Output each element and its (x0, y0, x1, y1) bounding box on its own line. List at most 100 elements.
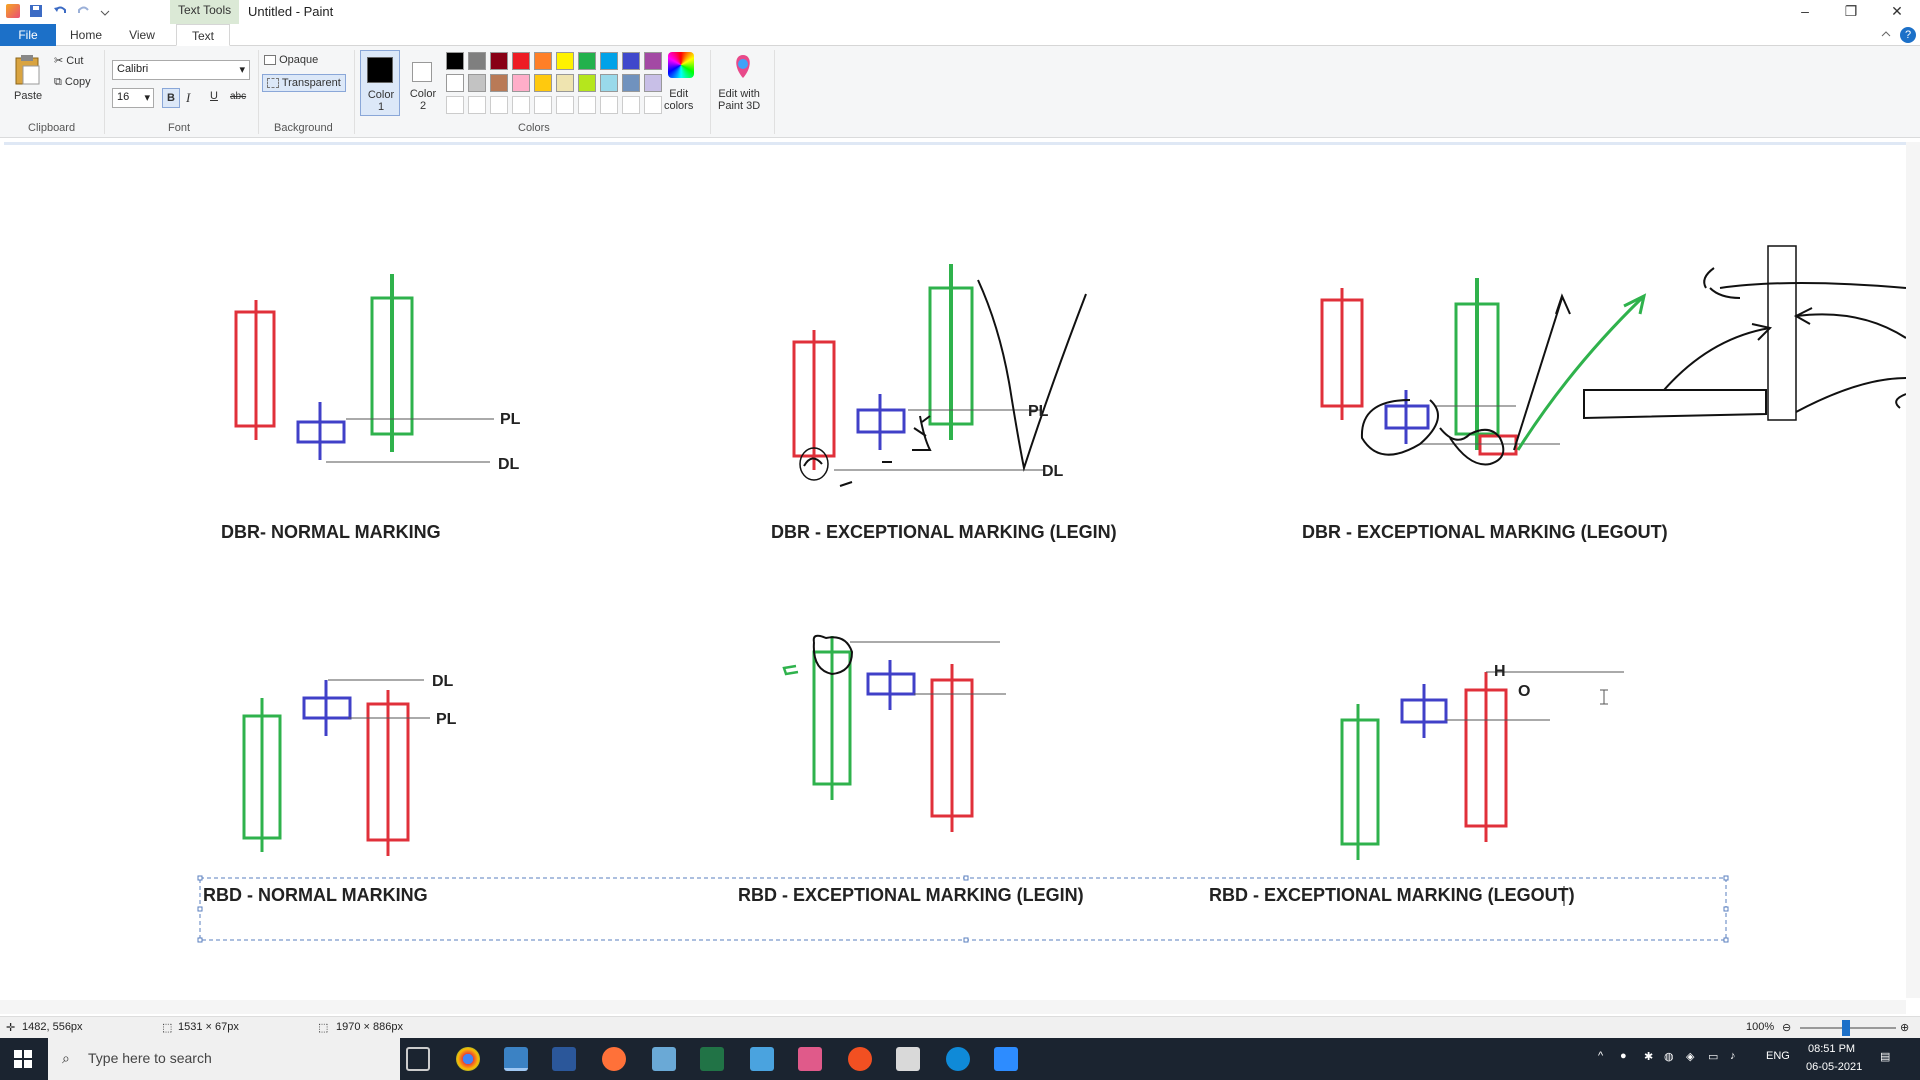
help-icon[interactable]: ? (1900, 27, 1916, 43)
custom-color-slot[interactable] (622, 96, 640, 114)
notifications-icon[interactable]: ▤ (1880, 1050, 1890, 1063)
close-button[interactable]: ✕ (1874, 0, 1920, 24)
calculator-icon[interactable] (896, 1047, 920, 1071)
network-icon[interactable]: ◍ (1664, 1050, 1674, 1063)
palette-swatch[interactable] (556, 52, 574, 70)
palette-swatch[interactable] (512, 74, 530, 92)
tab-file[interactable]: File (0, 24, 56, 46)
bluetooth-icon[interactable]: ✱ (1644, 1050, 1653, 1063)
taskbar-search-box[interactable]: ⌕ Type here to search (48, 1038, 400, 1080)
app-icon[interactable] (652, 1047, 676, 1071)
paste-icon[interactable] (10, 52, 46, 88)
battery-icon[interactable]: ▭ (1708, 1050, 1718, 1063)
copy-label: Copy (64, 76, 91, 88)
custom-color-slot[interactable] (534, 96, 552, 114)
tab-text[interactable]: Text (176, 24, 230, 46)
clock-time[interactable]: 08:51 PM (1808, 1043, 1855, 1055)
custom-color-slot[interactable] (644, 96, 662, 114)
palette-swatch[interactable] (600, 52, 618, 70)
copy-button[interactable]: ⧉ Copy (54, 76, 91, 89)
paint3d-button[interactable]: Edit with Paint 3D (718, 88, 760, 112)
tab-view[interactable]: View (118, 24, 166, 46)
language-indicator[interactable]: ENG (1766, 1050, 1790, 1062)
paint3d-icon[interactable] (730, 52, 756, 82)
edit-colors-button[interactable]: Edit colors (664, 88, 693, 112)
volume-icon[interactable]: ♪ (1730, 1050, 1736, 1062)
palette-swatch[interactable] (490, 74, 508, 92)
italic-button[interactable]: I (186, 90, 190, 106)
custom-color-slot[interactable] (512, 96, 530, 114)
paste-label[interactable]: Paste (14, 90, 42, 102)
zoom-app-icon[interactable] (994, 1047, 1018, 1071)
opaque-button[interactable]: Opaque (264, 54, 318, 66)
vertical-scrollbar[interactable] (1906, 142, 1920, 998)
palette-swatch[interactable] (490, 52, 508, 70)
palette-swatch[interactable] (578, 52, 596, 70)
palette-swatch[interactable] (468, 74, 486, 92)
font-size-select[interactable]: 16 ▾ (112, 88, 154, 108)
zoom-out-icon[interactable]: ⊖ (1782, 1021, 1791, 1034)
collapse-ribbon-icon[interactable] (1880, 28, 1892, 40)
palette-swatch[interactable] (622, 74, 640, 92)
custom-color-slot[interactable] (556, 96, 574, 114)
font-family-value: Calibri (117, 63, 149, 75)
custom-color-slot[interactable] (490, 96, 508, 114)
customize-qat-icon[interactable] (100, 3, 110, 19)
edit-colors-icon[interactable] (668, 52, 694, 78)
palette-swatch[interactable] (644, 74, 662, 92)
rbd-legout-label[interactable]: RBD - EXCEPTIONAL MARKING (LEGOUT) (1209, 885, 1575, 906)
palette-swatch[interactable] (534, 74, 552, 92)
minimize-button[interactable]: – (1782, 0, 1828, 24)
app-icon[interactable] (848, 1047, 872, 1071)
word-icon[interactable] (552, 1047, 576, 1071)
pl-annotation: PL (500, 411, 521, 428)
app-icon[interactable] (750, 1047, 774, 1071)
cut-button[interactable]: ✂ Cut (54, 54, 83, 67)
custom-color-slot[interactable] (578, 96, 596, 114)
app-icon[interactable] (798, 1047, 822, 1071)
redo-icon[interactable] (76, 3, 92, 19)
excel-icon[interactable] (700, 1047, 724, 1071)
paint-taskbar-icon[interactable] (504, 1047, 528, 1071)
task-view-icon[interactable] (406, 1047, 430, 1071)
custom-color-slot[interactable] (600, 96, 618, 114)
palette-swatch[interactable] (446, 74, 464, 92)
palette-swatch[interactable] (622, 52, 640, 70)
drawing-canvas[interactable]: PL DL PL DL DL PL H O DBR- NORMAL MARKIN… (0, 138, 1920, 1018)
start-button[interactable] (14, 1050, 32, 1068)
tray-chevron-icon[interactable]: ^ (1598, 1050, 1603, 1062)
font-family-select[interactable]: Calibri ▾ (112, 60, 250, 80)
strikethrough-button[interactable]: abc (230, 91, 246, 102)
horizontal-scrollbar[interactable] (0, 1000, 1906, 1014)
security-icon[interactable]: ◈ (1686, 1050, 1694, 1063)
rbd-normal-label[interactable]: RBD - NORMAL MARKING (203, 885, 428, 906)
undo-icon[interactable] (52, 3, 68, 19)
palette-swatch[interactable] (556, 74, 574, 92)
save-icon[interactable] (28, 3, 44, 19)
zoom-in-icon[interactable]: ⊕ (1900, 1021, 1909, 1034)
transparent-button[interactable]: Transparent (262, 74, 346, 92)
microphone-icon[interactable]: ● (1620, 1050, 1627, 1062)
palette-swatch[interactable] (578, 74, 596, 92)
palette-swatch[interactable] (468, 52, 486, 70)
palette-swatch[interactable] (600, 74, 618, 92)
chrome-icon[interactable] (456, 1047, 480, 1071)
zoom-level: 100% (1746, 1021, 1775, 1033)
zoom-slider-thumb[interactable] (1842, 1020, 1850, 1036)
palette-swatch[interactable] (446, 52, 464, 70)
underline-button[interactable]: U (210, 90, 218, 102)
custom-color-slot[interactable] (446, 96, 464, 114)
palette-swatch[interactable] (534, 52, 552, 70)
restore-button[interactable]: ❐ (1828, 0, 1874, 24)
color1-button[interactable]: Color 1 (360, 50, 400, 116)
edge-icon[interactable] (946, 1047, 970, 1071)
tab-home[interactable]: Home (62, 24, 110, 46)
palette-swatch[interactable] (644, 52, 662, 70)
bold-button[interactable]: B (162, 88, 180, 108)
custom-color-slot[interactable] (468, 96, 486, 114)
rbd-legin-label[interactable]: RBD - EXCEPTIONAL MARKING (LEGIN) (738, 885, 1084, 906)
palette-swatch[interactable] (512, 52, 530, 70)
color2-button[interactable]: Color 2 (404, 50, 442, 116)
firefox-icon[interactable] (602, 1047, 626, 1071)
clock-date[interactable]: 06-05-2021 (1806, 1061, 1862, 1073)
